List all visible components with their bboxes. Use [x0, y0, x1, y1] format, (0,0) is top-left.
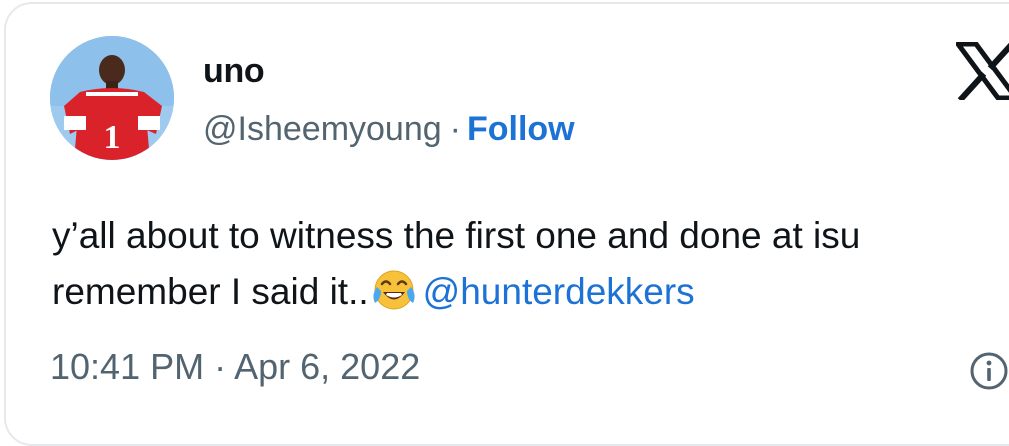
separator-dot: · [449, 110, 461, 148]
timestamp[interactable]: 10:41 PM · Apr 6, 2022 [50, 346, 420, 388]
svg-text:1: 1 [104, 119, 121, 156]
tweet-line-2-text: remember I said it.. [52, 271, 369, 312]
avatar[interactable]: 1 [50, 36, 174, 160]
tweet-line-1: y’all about to witness the first one and… [52, 215, 861, 256]
info-icon[interactable] [968, 350, 1009, 392]
tweet-line-2: remember I said it.. @hunterdekkers [52, 264, 860, 320]
face-with-tears-of-joy-icon [373, 270, 415, 310]
x-logo-icon[interactable] [956, 42, 1009, 100]
user-handle[interactable]: @Isheemyoung [203, 110, 442, 148]
avatar-image: 1 [50, 36, 174, 160]
tweet-text: y’all about to witness the first one and… [52, 208, 860, 320]
display-name[interactable]: uno [203, 52, 265, 91]
mention-link[interactable]: @hunterdekkers [423, 271, 695, 312]
user-handle-row: @Isheemyoung · Follow [203, 110, 575, 149]
follow-button[interactable]: Follow [467, 110, 575, 148]
